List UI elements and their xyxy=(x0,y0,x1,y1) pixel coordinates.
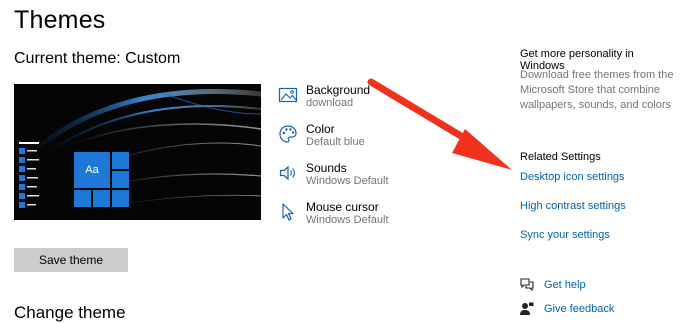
sync-settings-link[interactable]: Sync your settings xyxy=(520,229,610,241)
get-help-label: Get help xyxy=(544,279,586,291)
background-setting[interactable]: Background download xyxy=(278,83,438,117)
tile-small xyxy=(112,190,129,207)
mouse-cursor-title: Mouse cursor xyxy=(306,200,379,214)
mouse-cursor-value: Windows Default xyxy=(306,214,389,226)
color-setting[interactable]: Color Default blue xyxy=(278,122,438,156)
tile-small xyxy=(112,171,129,188)
mouse-cursor-setting[interactable]: Mouse cursor Windows Default xyxy=(278,200,438,234)
get-help-link[interactable]: Get help xyxy=(520,278,600,294)
tile-large: Aa xyxy=(74,152,110,188)
give-feedback-link[interactable]: Give feedback xyxy=(520,302,620,318)
speaker-icon xyxy=(278,163,298,183)
personality-description: Download free themes from the Microsoft … xyxy=(520,69,674,111)
high-contrast-settings-link[interactable]: High contrast settings xyxy=(520,200,626,212)
chat-help-icon xyxy=(520,278,534,292)
sounds-title: Sounds xyxy=(306,161,347,175)
sounds-setting[interactable]: Sounds Windows Default xyxy=(278,161,438,195)
color-title: Color xyxy=(306,122,335,136)
page-title: Themes xyxy=(14,6,106,34)
current-theme-label: Current theme: Custom xyxy=(14,50,181,67)
desktop-icon-settings-link[interactable]: Desktop icon settings xyxy=(520,171,625,183)
tile-small xyxy=(93,190,110,207)
picture-icon xyxy=(278,85,298,105)
cursor-icon xyxy=(278,202,298,222)
palette-icon xyxy=(278,124,298,144)
background-title: Background xyxy=(306,83,371,97)
related-settings-heading: Related Settings xyxy=(520,151,601,163)
tile-small xyxy=(74,190,91,207)
feedback-person-icon xyxy=(520,302,534,316)
give-feedback-label: Give feedback xyxy=(544,303,615,315)
tile-small xyxy=(112,152,129,169)
background-value: download xyxy=(306,97,354,109)
sounds-value: Windows Default xyxy=(306,175,389,187)
color-value: Default blue xyxy=(306,136,365,148)
save-theme-button[interactable]: Save theme xyxy=(14,248,128,272)
change-theme-heading: Change theme xyxy=(14,303,126,322)
wallpaper-streaks xyxy=(22,89,261,205)
theme-preview: Aa xyxy=(14,84,261,220)
